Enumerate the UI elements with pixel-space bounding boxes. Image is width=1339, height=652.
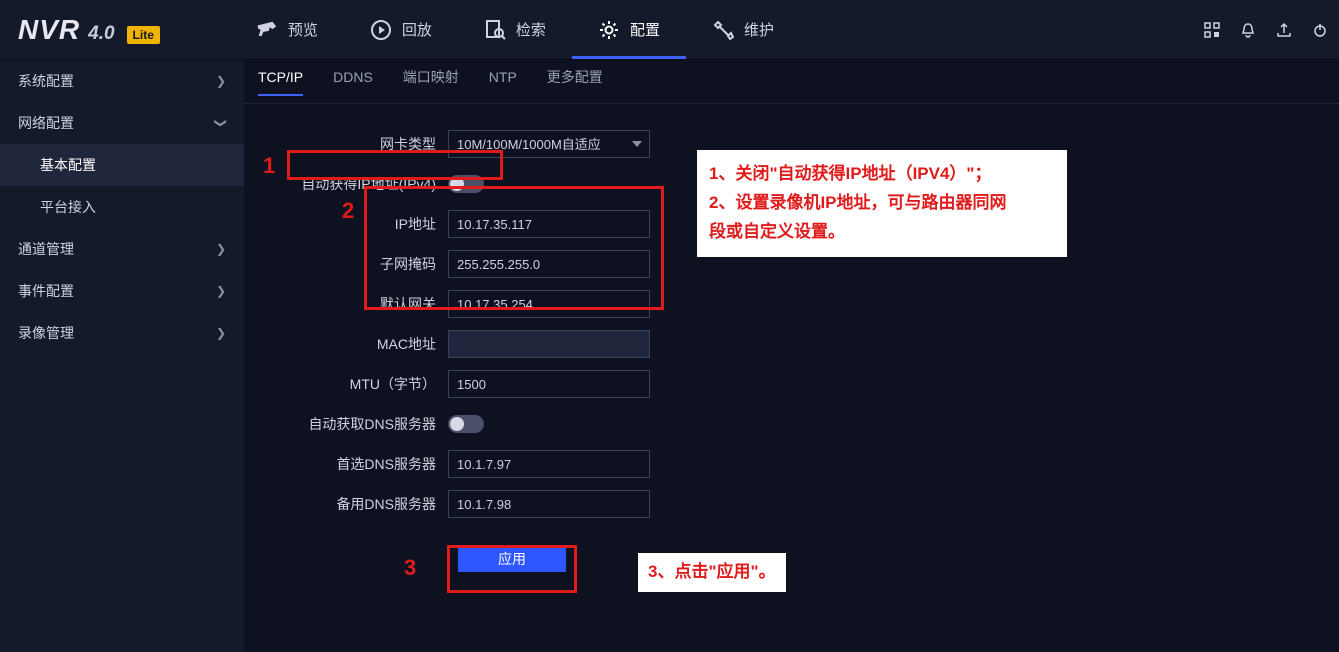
- sidebar-sub-label: 基本配置: [40, 155, 96, 175]
- logo-edition: Lite: [127, 26, 160, 44]
- nic-type-select-wrap: 10M/100M/1000M自适应: [448, 130, 650, 158]
- playback-icon: [370, 19, 392, 41]
- sidebar-sub-label: 平台接入: [40, 197, 96, 217]
- subtab-port[interactable]: 端口映射: [403, 67, 459, 97]
- sidebar: 系统配置 ❯ 网络配置 ❯ 基本配置 平台接入 通道管理 ❯ 事件配置 ❯ 录像…: [0, 60, 244, 652]
- ip-input[interactable]: [448, 210, 650, 238]
- power-icon[interactable]: [1311, 21, 1329, 39]
- sidebar-item-network[interactable]: 网络配置 ❯: [0, 102, 244, 144]
- form-area: 网卡类型 10M/100M/1000M自适应 自动获得IP地址(IPv4) IP…: [244, 104, 1339, 594]
- sidebar-item-channel[interactable]: 通道管理 ❯: [0, 228, 244, 270]
- dns1-input[interactable]: [448, 450, 650, 478]
- chevron-right-icon: ❯: [216, 74, 226, 88]
- nav-label: 维护: [744, 19, 774, 40]
- mtu-input[interactable]: [448, 370, 650, 398]
- annotation-number-2: 2: [342, 198, 354, 224]
- gw-label: 默认网关: [244, 294, 448, 314]
- top-nav: 预览 回放 检索 配置 维护: [230, 0, 800, 59]
- nic-type-select[interactable]: 10M/100M/1000M自适应: [448, 130, 650, 158]
- nav-search[interactable]: 检索: [458, 0, 572, 59]
- apply-button[interactable]: 应用: [458, 546, 566, 572]
- logo-text: NVR: [18, 14, 80, 46]
- chevron-down-icon: ❯: [214, 118, 228, 128]
- mac-input: [448, 330, 650, 358]
- subtab-ddns[interactable]: DDNS: [333, 69, 373, 95]
- subtab-ntp[interactable]: NTP: [489, 69, 517, 95]
- auto-dns-toggle[interactable]: [448, 415, 484, 433]
- logo: NVR 4.0 Lite: [18, 14, 160, 46]
- dns1-label: 首选DNS服务器: [244, 454, 448, 474]
- gear-icon: [598, 19, 620, 41]
- nic-type-label: 网卡类型: [244, 134, 448, 154]
- search-doc-icon: [484, 19, 506, 41]
- sub-tabs: TCP/IP DDNS 端口映射 NTP 更多配置: [244, 60, 1339, 104]
- chevron-right-icon: ❯: [216, 284, 226, 298]
- note-line: 1、关闭"自动获得IP地址（IPV4）"；: [709, 160, 1055, 189]
- subtab-more[interactable]: 更多配置: [547, 67, 603, 97]
- wrench-icon: [712, 19, 734, 41]
- sidebar-sub-basic[interactable]: 基本配置: [0, 144, 244, 186]
- nav-label: 回放: [402, 19, 432, 40]
- top-bar: NVR 4.0 Lite 预览 回放 检索 配置: [0, 0, 1339, 60]
- nav-label: 检索: [516, 19, 546, 40]
- main-content: TCP/IP DDNS 端口映射 NTP 更多配置 网卡类型 10M/100M/…: [244, 60, 1339, 652]
- camera-icon: [256, 19, 278, 41]
- annotation-note-a: 1、关闭"自动获得IP地址（IPV4）"； 2、设置录像机IP地址，可与路由器同…: [697, 150, 1067, 257]
- subtab-tcpip[interactable]: TCP/IP: [258, 69, 303, 95]
- chevron-right-icon: ❯: [216, 242, 226, 256]
- note-line: 段或自定义设置。: [709, 218, 1055, 247]
- bell-icon[interactable]: [1239, 21, 1257, 39]
- nav-preview[interactable]: 预览: [230, 0, 344, 59]
- sidebar-item-label: 网络配置: [18, 113, 74, 133]
- logo-version: 4.0: [88, 23, 114, 45]
- qr-icon[interactable]: [1203, 21, 1221, 39]
- sidebar-item-event[interactable]: 事件配置 ❯: [0, 270, 244, 312]
- top-right-icons: [1203, 21, 1329, 39]
- mask-label: 子网掩码: [244, 254, 448, 274]
- sidebar-sub-platform[interactable]: 平台接入: [0, 186, 244, 228]
- gw-input[interactable]: [448, 290, 650, 318]
- auto-dns-label: 自动获取DNS服务器: [244, 414, 448, 434]
- dns2-label: 备用DNS服务器: [244, 494, 448, 514]
- sidebar-item-system[interactable]: 系统配置 ❯: [0, 60, 244, 102]
- sidebar-item-label: 事件配置: [18, 281, 74, 301]
- annotation-number-3: 3: [404, 555, 416, 581]
- annotation-number-1: 1: [263, 153, 275, 179]
- sidebar-item-label: 录像管理: [18, 323, 74, 343]
- auto-ipv4-toggle[interactable]: [448, 175, 484, 193]
- export-icon[interactable]: [1275, 21, 1293, 39]
- mtu-label: MTU（字节）: [244, 374, 448, 394]
- annotation-note-b: 3、点击"应用"。: [638, 553, 786, 592]
- sidebar-item-label: 系统配置: [18, 71, 74, 91]
- nav-label: 预览: [288, 19, 318, 40]
- sidebar-item-record[interactable]: 录像管理 ❯: [0, 312, 244, 354]
- sidebar-item-label: 通道管理: [18, 239, 74, 259]
- nav-config[interactable]: 配置: [572, 0, 686, 59]
- nav-playback[interactable]: 回放: [344, 0, 458, 59]
- nav-maintain[interactable]: 维护: [686, 0, 800, 59]
- dns2-input[interactable]: [448, 490, 650, 518]
- chevron-right-icon: ❯: [216, 326, 226, 340]
- note-line: 2、设置录像机IP地址，可与路由器同网: [709, 189, 1055, 218]
- mask-input[interactable]: [448, 250, 650, 278]
- mac-label: MAC地址: [244, 334, 448, 354]
- nav-label: 配置: [630, 19, 660, 40]
